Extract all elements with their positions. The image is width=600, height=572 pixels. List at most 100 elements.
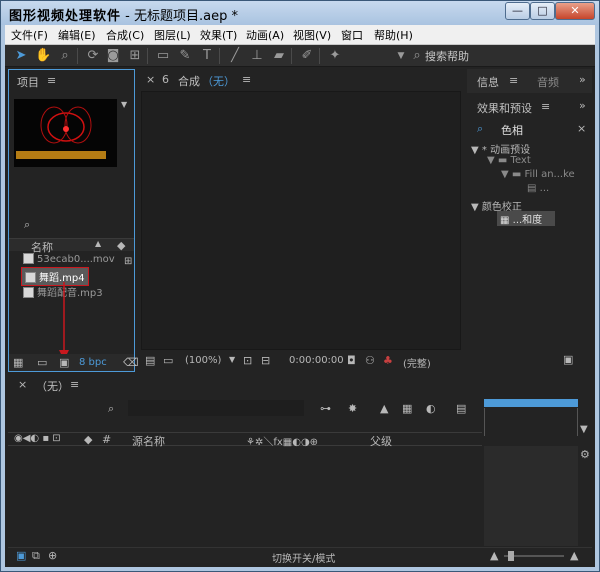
more-panels-icon[interactable]: » <box>579 99 586 112</box>
tab-timeline[interactable]: （无） <box>36 378 69 394</box>
interpret-footage-icon[interactable]: ▦ <box>13 356 23 369</box>
toggle-switches-modes-button[interactable]: 切换开关/模式 <box>272 550 335 565</box>
tab-composition[interactable]: 合成 <box>178 73 200 89</box>
zoom-in-icon[interactable]: ▲ <box>570 549 578 562</box>
column-hash[interactable]: # <box>102 433 111 446</box>
menu-help[interactable]: 帮助(H) <box>374 27 413 43</box>
chevron-down-icon[interactable]: ▼ <box>229 355 235 364</box>
tab-audio[interactable]: 音频 <box>537 74 559 90</box>
tree-item[interactable]: ▤ ... <box>527 183 549 194</box>
rotate-tool-icon[interactable]: ⟳ <box>85 48 101 64</box>
color-channel-icon[interactable]: ♣ <box>383 354 393 367</box>
preview-icon[interactable]: ▤ <box>145 354 155 367</box>
search-icon[interactable]: ⌕ <box>24 218 30 232</box>
roto-brush-tool-icon[interactable]: ✐ <box>299 48 315 64</box>
menu-window[interactable]: 窗口 <box>341 27 363 43</box>
comp-mini-flowchart-icon[interactable]: ⊶ <box>320 402 331 415</box>
new-preset-icon[interactable]: ▣ <box>563 353 573 366</box>
expand-inout-icon[interactable]: ⊕ <box>48 549 57 562</box>
composition-viewer[interactable] <box>141 91 461 350</box>
more-panels-icon[interactable]: » <box>579 73 586 86</box>
zoom-slider-handle[interactable] <box>508 551 514 561</box>
region-icon[interactable]: ⊟ <box>261 354 270 367</box>
close-button[interactable]: ✕ <box>555 2 595 20</box>
effects-search-input[interactable]: 色相 <box>501 122 523 138</box>
zoom-tool-icon[interactable]: ⌕ <box>57 48 73 64</box>
column-parent[interactable]: 父级 <box>370 433 392 449</box>
zoom-select[interactable]: (100%) <box>185 355 221 366</box>
eraser-tool-icon[interactable]: ▰ <box>271 48 287 64</box>
grid-icon[interactable]: ⊡ <box>243 354 252 367</box>
camera-tool-icon[interactable]: ◙ <box>105 48 121 64</box>
label-tag-icon[interactable]: ◆ <box>84 433 92 446</box>
clear-search-icon[interactable]: × <box>577 122 586 135</box>
panel-menu-icon[interactable]: ≡ <box>242 73 251 86</box>
tree-item[interactable]: ▼ ▬ Fill an...ke <box>501 169 575 180</box>
tab-info[interactable]: 信息 <box>477 74 499 90</box>
title-bar[interactable]: 图形视频处理软件 - 无标题项目.aep * — □ ✕ <box>1 1 599 25</box>
hand-tool-icon[interactable]: ✋ <box>35 48 51 64</box>
search-icon[interactable]: ⌕ <box>108 402 114 416</box>
panel-menu-icon[interactable]: ≡ <box>70 378 79 391</box>
layer-switches-icon[interactable]: ⚘✲＼fx▦◐◑⊕ <box>246 433 318 448</box>
help-search-input[interactable]: 搜索帮助 <box>425 48 469 64</box>
tab-project[interactable]: 项目 <box>17 74 39 90</box>
expand-layer-switches-icon[interactable]: ▣ <box>16 549 26 562</box>
panel-menu-icon[interactable]: ≡ <box>509 74 518 87</box>
tree-item-selected[interactable]: ▦ ...和度 <box>497 211 555 226</box>
lock-icon[interactable]: 6 <box>162 73 169 86</box>
maximize-button[interactable]: □ <box>530 2 555 20</box>
bit-depth-button[interactable]: 8 bpc <box>79 357 107 368</box>
show-snapshot-icon[interactable]: ⚇ <box>365 354 375 367</box>
label-tag-icon[interactable]: ◆ <box>117 239 125 252</box>
timeline-search-input[interactable] <box>128 400 304 416</box>
snapshot-icon[interactable]: ◘ <box>347 354 356 367</box>
menu-anim[interactable]: 动画(A) <box>246 27 284 43</box>
tree-item[interactable]: ▼ ▬ Text <box>487 155 531 166</box>
draft-3d-icon[interactable]: ✸ <box>348 402 357 415</box>
resolution-select[interactable]: (完整) <box>403 355 431 370</box>
brush-tool-icon[interactable]: ╱ <box>227 48 243 64</box>
new-comp-icon[interactable]: ▣ <box>59 356 69 369</box>
time-ruler[interactable] <box>484 408 578 436</box>
panel-menu-icon[interactable]: ≡ <box>541 100 550 113</box>
frame-blending-icon[interactable]: ▦ <box>402 402 412 415</box>
timeline-settings-icon[interactable]: ⚙ <box>580 448 590 461</box>
puppet-pin-tool-icon[interactable]: ✦ <box>327 48 343 64</box>
chevron-down-icon[interactable]: ▼ <box>121 100 127 109</box>
trash-icon[interactable]: ⌫ <box>123 356 139 369</box>
menu-edit[interactable]: 编辑(E) <box>58 27 96 43</box>
tree-item[interactable]: ▼ * 动画预设 <box>471 141 530 156</box>
pen-tool-icon[interactable]: ✎ <box>177 48 193 64</box>
work-area-bar[interactable] <box>484 399 578 407</box>
graph-editor-icon[interactable]: ▤ <box>456 402 466 415</box>
close-icon[interactable]: × <box>18 378 27 391</box>
minimize-button[interactable]: — <box>505 2 530 20</box>
motion-blur-icon[interactable]: ◐ <box>426 402 436 415</box>
new-folder-icon[interactable]: ▭ <box>37 356 47 369</box>
pan-behind-tool-icon[interactable]: ⊞ <box>127 48 143 64</box>
expand-modes-icon[interactable]: ⧉ <box>32 549 40 563</box>
menu-view[interactable]: 视图(V) <box>293 27 331 43</box>
list-item[interactable]: 53ecab0....mov <box>23 253 115 265</box>
clone-stamp-tool-icon[interactable]: ⊥ <box>249 48 265 64</box>
shy-layers-icon[interactable]: ▲ <box>380 402 388 415</box>
timeline-track-area[interactable] <box>484 446 578 546</box>
av-switches-icon[interactable]: ◉◀◐ ▪ ⊡ <box>14 433 61 444</box>
monitor-icon[interactable]: ▭ <box>163 354 173 367</box>
menu-file[interactable]: 文件(F) <box>11 27 48 43</box>
zoom-out-icon[interactable]: ▲ <box>490 549 498 562</box>
chevron-down-icon[interactable]: ▼ <box>393 48 409 64</box>
timecode[interactable]: 0:00:00:00 <box>289 355 344 366</box>
close-icon[interactable]: × <box>146 73 155 86</box>
tab-effects-presets[interactable]: 效果和预设 <box>477 100 532 116</box>
comp-marker-icon[interactable]: ▼ <box>580 424 588 435</box>
selection-tool-icon[interactable]: ➤ <box>13 48 29 64</box>
menu-layer[interactable]: 图层(L) <box>154 27 191 43</box>
rectangle-tool-icon[interactable]: ▭ <box>155 48 171 64</box>
panel-menu-icon[interactable]: ≡ <box>47 74 56 87</box>
menu-comp[interactable]: 合成(C) <box>106 27 144 43</box>
menu-effect[interactable]: 效果(T) <box>200 27 237 43</box>
column-source-name[interactable]: 源名称 <box>132 433 165 449</box>
text-tool-icon[interactable]: T <box>199 48 215 64</box>
